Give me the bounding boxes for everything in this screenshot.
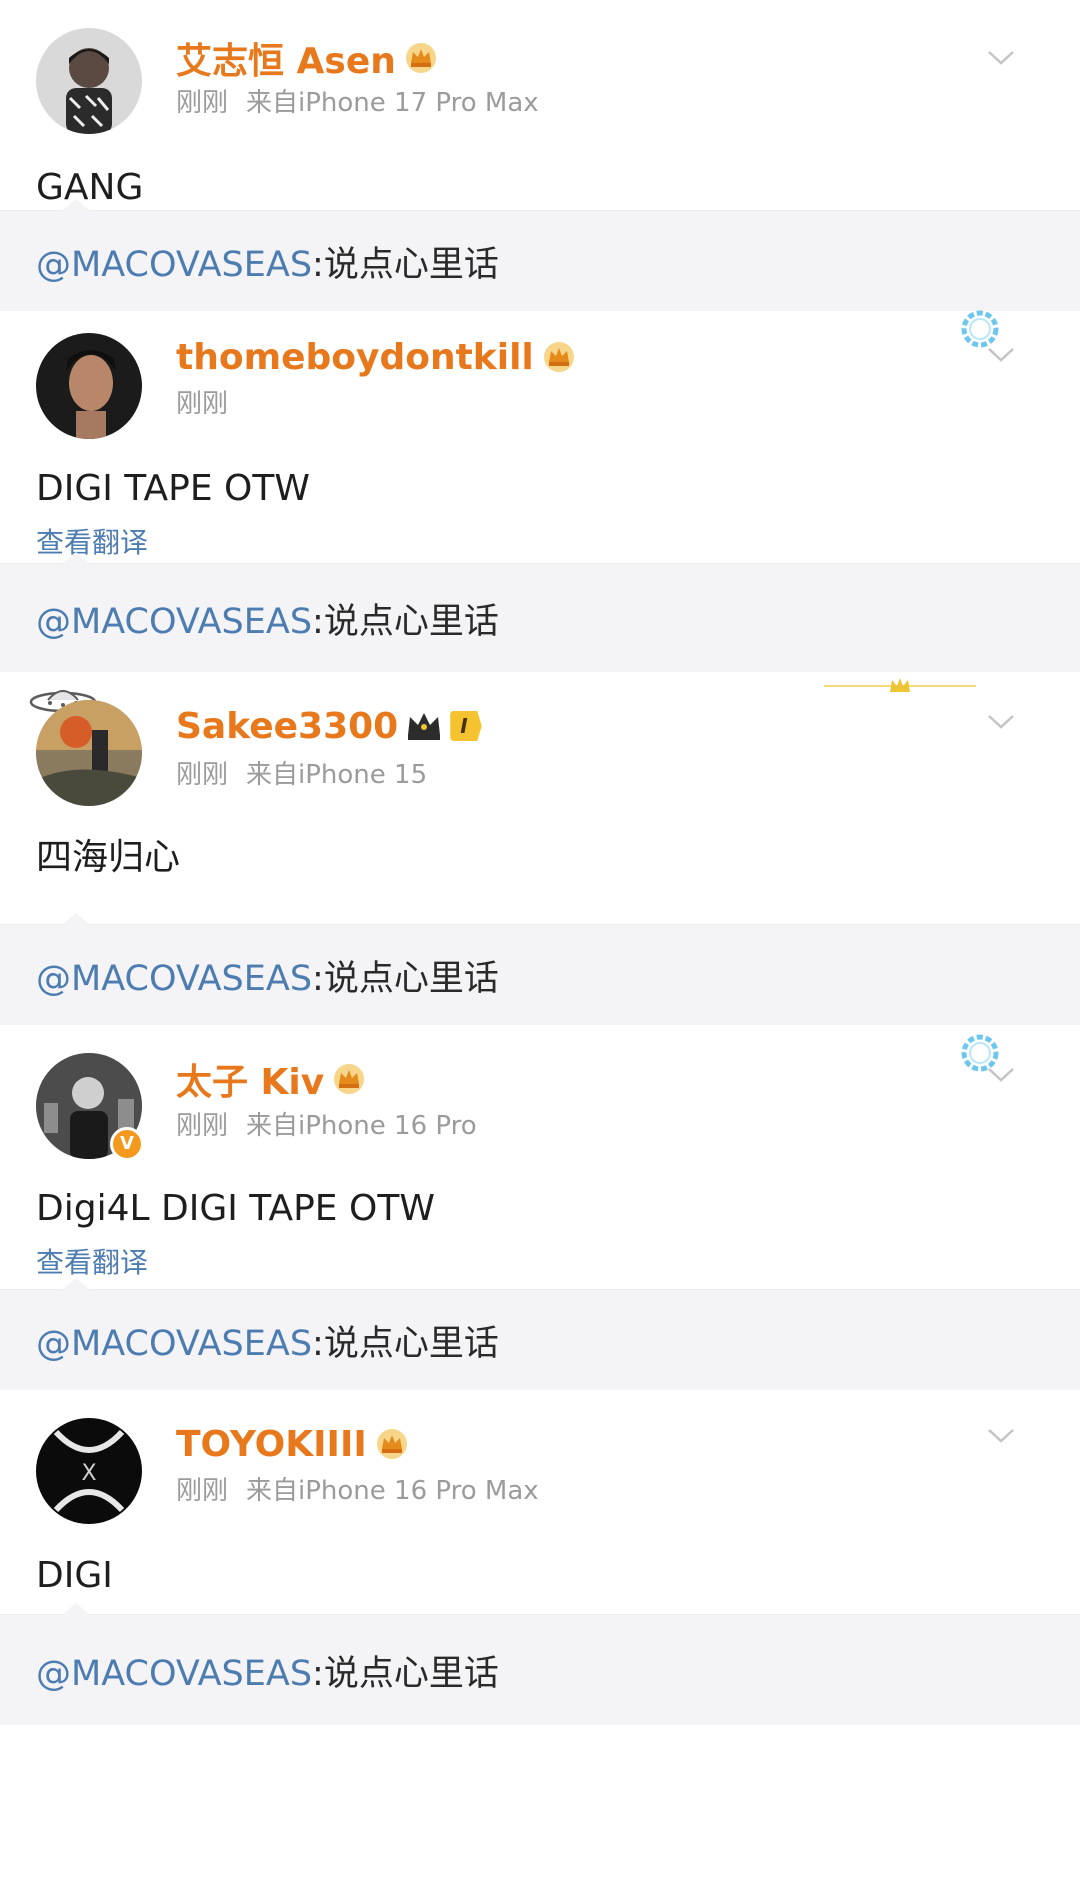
username[interactable]: Sakee3300 (176, 706, 398, 747)
crown-icon (404, 41, 438, 75)
crown-icon (375, 1427, 409, 1461)
crown-icon (542, 340, 576, 374)
reply-message: :说点心里话 (312, 1323, 499, 1364)
reply-message: :说点心里话 (312, 1653, 499, 1694)
comment-feed: 艾志恒 Asen 刚刚 来自iPhone 17 Pro Max GANG @MAC… (0, 0, 1080, 1725)
reply-handle[interactable]: @MACOVASEAS (36, 602, 312, 642)
avatar[interactable] (36, 333, 142, 439)
username[interactable]: 艾志恒 Asen (176, 32, 396, 84)
reply-message: :说点心里话 (312, 244, 499, 285)
chevron-down-icon[interactable] (986, 1426, 1016, 1446)
post-meta: 刚刚 来自iPhone 17 Pro Max (176, 82, 539, 119)
reply-prompt[interactable]: @MACOVASEAS:说点心里话 (36, 236, 499, 287)
reply-handle[interactable]: @MACOVASEAS (36, 245, 312, 285)
translate-link[interactable]: 查看翻译 (36, 1243, 1044, 1283)
post-header: 艾志恒 Asen 刚刚 来自iPhone 17 Pro Max (36, 0, 1044, 140)
post-source: 来自iPhone 16 Pro Max (246, 1476, 539, 1506)
post-meta: 刚刚 (176, 383, 246, 420)
reply-bar[interactable]: @MACOVASEAS:说点心里话 (0, 552, 1080, 672)
reply-handle[interactable]: @MACOVASEAS (36, 1654, 312, 1694)
translate-link[interactable]: 查看翻译 (36, 523, 1044, 563)
username[interactable]: TOYOKIIII (176, 1424, 367, 1465)
reply-bar[interactable]: @MACOVASEAS:说点心里话 (0, 1278, 1080, 1390)
reply-bar[interactable]: @MACOVASEAS:说点心里话 (0, 1603, 1080, 1725)
reply-handle[interactable]: @MACOVASEAS (36, 959, 312, 999)
verified-badge: V (110, 1127, 144, 1161)
post-time: 刚刚 (176, 760, 229, 790)
chevron-down-icon[interactable] (986, 1065, 1016, 1085)
svg-text:X: X (81, 1461, 96, 1486)
post-meta: 刚刚 来自iPhone 15 (176, 754, 427, 791)
reply-message: :说点心里话 (312, 958, 499, 999)
post-source: 来自iPhone 15 (246, 760, 428, 790)
post-item[interactable]: V 太子 Kiv 刚刚 来自iPhone 16 Pro Digi4L DIGI T… (0, 1025, 1080, 1289)
name-row: thomeboydontkill (176, 331, 576, 383)
username[interactable]: thomeboydontkill (176, 337, 534, 378)
name-row: TOYOKIIII (176, 1418, 409, 1470)
post-time: 刚刚 (176, 1111, 229, 1141)
post-text: 四海归心 (36, 837, 181, 878)
post-source: 来自iPhone 16 Pro (246, 1111, 477, 1141)
post-meta: 刚刚 来自iPhone 16 Pro (176, 1105, 477, 1142)
reply-message: :说点心里话 (312, 601, 499, 642)
post-time: 刚刚 (176, 389, 229, 419)
name-row: 太子 Kiv (176, 1053, 366, 1105)
post-item[interactable]: 艾志恒 Asen 刚刚 来自iPhone 17 Pro Max GANG (0, 0, 1080, 210)
avatar[interactable] (36, 28, 142, 134)
reply-bar[interactable]: @MACOVASEAS:说点心里话 (0, 913, 1080, 1025)
username[interactable]: 太子 Kiv (176, 1053, 324, 1105)
level-badge: I (450, 711, 482, 741)
reply-prompt[interactable]: @MACOVASEAS:说点心里话 (36, 1315, 499, 1366)
post-time: 刚刚 (176, 1476, 229, 1506)
chevron-down-icon[interactable] (986, 712, 1016, 732)
reply-prompt[interactable]: @MACOVASEAS:说点心里话 (36, 950, 499, 1001)
post-item[interactable]: X TOYOKIIII 刚刚 来自iPhone 16 Pro Max DIGI (0, 1390, 1080, 1614)
name-row: Sakee3300 I (176, 700, 482, 752)
dark-crown-icon (404, 709, 444, 743)
post-header: V 太子 Kiv 刚刚 来自iPhone 16 Pro (36, 1025, 1044, 1165)
post-text: DIGI (36, 1555, 113, 1596)
post-header: thomeboydontkill 刚刚 (36, 311, 1044, 451)
post-time: 刚刚 (176, 88, 229, 118)
reply-prompt[interactable]: @MACOVASEAS:说点心里话 (36, 1645, 499, 1696)
avatar[interactable]: X (36, 1418, 142, 1524)
post-text: DIGI TAPE OTW (36, 468, 310, 509)
chevron-down-icon[interactable] (986, 48, 1016, 68)
reply-handle[interactable]: @MACOVASEAS (36, 1324, 312, 1364)
avatar[interactable] (36, 700, 142, 806)
post-meta: 刚刚 来自iPhone 16 Pro Max (176, 1470, 539, 1507)
reply-bar[interactable]: @MACOVASEAS:说点心里话 (0, 199, 1080, 311)
post-item[interactable]: Sakee3300 I 刚刚 来自iPhone 15 四海归心 (0, 672, 1080, 924)
post-header: Sakee3300 I 刚刚 来自iPhone 15 (29, 672, 1044, 812)
post-text: Digi4L DIGI TAPE OTW (36, 1188, 435, 1229)
reply-prompt[interactable]: @MACOVASEAS:说点心里话 (36, 593, 499, 644)
post-text: GANG (36, 167, 144, 208)
post-item[interactable]: thomeboydontkill 刚刚 DIGI TAPE OTW 查看翻译 (0, 310, 1080, 563)
name-row: 艾志恒 Asen (176, 32, 438, 84)
crown-icon (332, 1062, 366, 1096)
chevron-down-icon[interactable] (986, 345, 1016, 365)
post-source: 来自iPhone 17 Pro Max (246, 88, 539, 118)
post-header: X TOYOKIIII 刚刚 来自iPhone 16 Pro Max (36, 1390, 1044, 1530)
